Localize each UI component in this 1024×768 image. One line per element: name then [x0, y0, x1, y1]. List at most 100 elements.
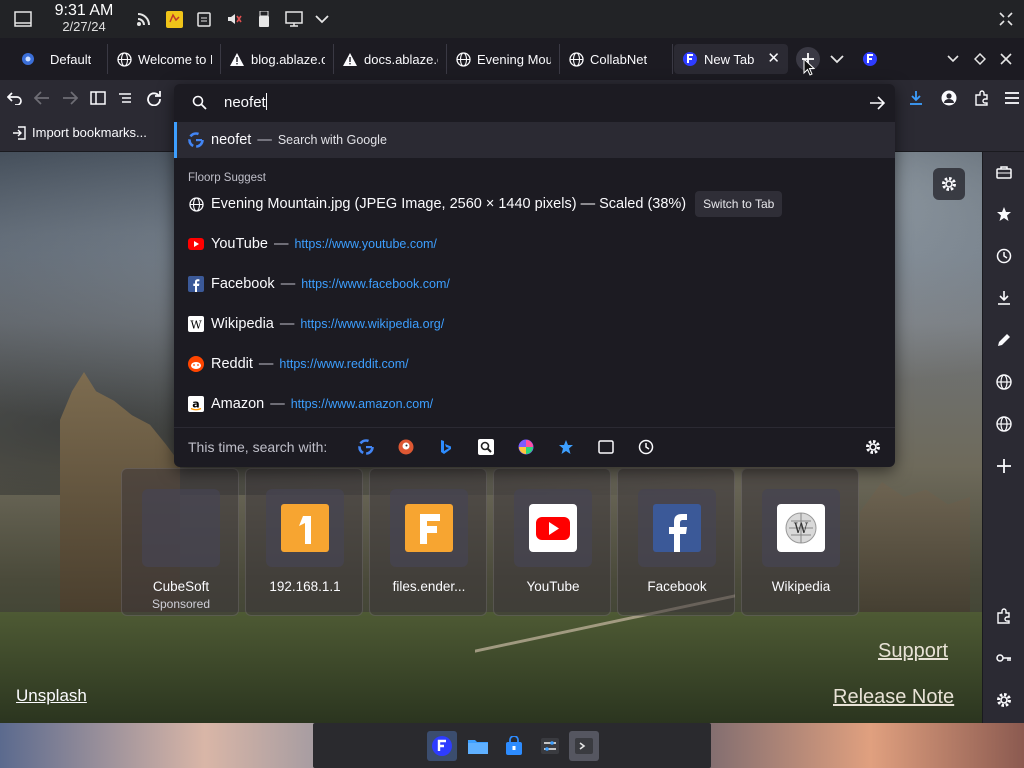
- tabs-icon[interactable]: [597, 438, 615, 456]
- toolbox-icon[interactable]: [994, 162, 1014, 182]
- extensions-icon[interactable]: [972, 88, 992, 108]
- result-title: Wikipedia: [211, 316, 274, 332]
- separator: —: [270, 396, 285, 412]
- unsplash-link[interactable]: Unsplash: [16, 686, 87, 706]
- separator: —: [273, 236, 289, 252]
- pencil-icon[interactable]: [994, 330, 1014, 350]
- undo-close-tab-icon[interactable]: [5, 88, 25, 108]
- customize-new-tab-button[interactable]: [933, 168, 965, 200]
- show-desktop-icon[interactable]: [13, 9, 33, 29]
- support-link[interactable]: Support: [878, 640, 948, 663]
- separator: —: [279, 316, 295, 332]
- search-icon: [192, 95, 207, 110]
- history-icon[interactable]: [637, 438, 655, 456]
- search-engine-icon[interactable]: [477, 438, 495, 456]
- result-amazon[interactable]: a Amazon — https://www.amazon.com/: [174, 386, 895, 422]
- settings-icon[interactable]: [996, 9, 1016, 29]
- tab-docs[interactable]: docs.ablaze.o: [334, 44, 447, 74]
- forward-arrow-icon[interactable]: [60, 88, 80, 108]
- reload-icon[interactable]: [144, 88, 164, 108]
- star-icon[interactable]: [994, 204, 1014, 224]
- switch-to-tab-button[interactable]: Switch to Tab: [695, 191, 783, 217]
- globe-icon: [568, 51, 584, 67]
- system-bar: 9:31 AM 2/27/24: [0, 0, 1024, 38]
- downloads-icon[interactable]: [906, 88, 926, 108]
- top-site-facebook[interactable]: Facebook: [617, 468, 735, 616]
- top-site-wikipedia[interactable]: W Wikipedia: [741, 468, 859, 616]
- top-site-cubesoft[interactable]: CubeSoft Sponsored: [121, 468, 239, 616]
- usb-drive-icon[interactable]: [254, 9, 274, 29]
- release-note-link[interactable]: Release Note: [833, 686, 954, 709]
- addons-icon[interactable]: [994, 606, 1014, 626]
- ruin-silhouette: [860, 482, 970, 632]
- system-settings-icon[interactable]: [535, 731, 565, 761]
- sidebar-toggle-icon[interactable]: [88, 88, 108, 108]
- close-tab-icon[interactable]: ✕: [767, 49, 780, 67]
- search-settings-gear-icon[interactable]: [864, 438, 882, 456]
- menu-icon[interactable]: [1002, 88, 1022, 108]
- tab-label: Evening Mou: [477, 51, 551, 67]
- chevron-down-icon[interactable]: [312, 9, 332, 29]
- workspace-button[interactable]: Default: [12, 44, 108, 74]
- wikipedia-icon: W: [762, 489, 840, 567]
- clipboard-icon[interactable]: [194, 9, 214, 29]
- tab-blog[interactable]: blog.ablaze.o: [221, 44, 334, 74]
- file-manager-icon[interactable]: [463, 731, 493, 761]
- account-icon[interactable]: [939, 88, 959, 108]
- result-facebook[interactable]: Facebook — https://www.facebook.com/: [174, 266, 895, 302]
- key-icon[interactable]: [994, 648, 1014, 668]
- floorp-icon[interactable]: [860, 49, 880, 69]
- google-icon: [188, 132, 204, 148]
- display-icon[interactable]: [284, 9, 304, 29]
- result-wikipedia[interactable]: W Wikipedia — https://www.wikipedia.org/: [174, 306, 895, 342]
- add-panel-icon[interactable]: [994, 456, 1014, 476]
- urlbar-input[interactable]: neofet: [174, 84, 895, 122]
- close-window-icon[interactable]: [996, 49, 1016, 69]
- web-panel-globe-icon[interactable]: [994, 414, 1014, 434]
- top-site-router[interactable]: 192.168.1.1: [245, 468, 363, 616]
- tab-evening-mountain[interactable]: Evening Mou: [447, 44, 560, 74]
- tab-new-tab[interactable]: New Tab ✕: [674, 44, 788, 74]
- volume-muted-icon[interactable]: [224, 9, 244, 29]
- tree-tabs-icon[interactable]: [115, 88, 135, 108]
- rss-icon[interactable]: [134, 9, 154, 29]
- result-youtube[interactable]: YouTube — https://www.youtube.com/: [174, 226, 895, 262]
- sticky-note-icon[interactable]: [164, 9, 184, 29]
- bing-icon[interactable]: [437, 438, 455, 456]
- result-reddit[interactable]: Reddit — https://www.reddit.com/: [174, 346, 895, 382]
- import-bookmarks-button[interactable]: Import bookmarks...: [12, 125, 147, 140]
- floorp-icon: [682, 51, 698, 67]
- terminal-icon[interactable]: [569, 731, 599, 761]
- globe-icon: [188, 196, 204, 212]
- facebook-icon: [638, 489, 716, 567]
- site-tile-icon: [390, 489, 468, 567]
- web-panel-globe-icon[interactable]: [994, 372, 1014, 392]
- floorp-taskbar-icon[interactable]: [427, 731, 457, 761]
- history-icon[interactable]: [994, 246, 1014, 266]
- one-off-label: This time, search with:: [188, 439, 328, 455]
- maximize-icon[interactable]: [970, 49, 990, 69]
- urlbar-dropdown: neofet neofet — Search with Google Floor…: [174, 84, 895, 467]
- result-evening-mountain[interactable]: Evening Mountain.jpg (JPEG Image, 2560 ×…: [174, 186, 895, 222]
- ai-search-icon[interactable]: [517, 438, 535, 456]
- top-site-files[interactable]: files.ender...: [369, 468, 487, 616]
- back-arrow-icon[interactable]: [32, 88, 52, 108]
- tab-welcome[interactable]: Welcome to F: [108, 44, 221, 74]
- gear-icon[interactable]: [994, 690, 1014, 710]
- minimize-icon[interactable]: [943, 49, 963, 69]
- google-icon[interactable]: [357, 438, 375, 456]
- tab-list-chevron-icon[interactable]: [827, 49, 847, 69]
- duckduckgo-icon[interactable]: [397, 438, 415, 456]
- svg-text:a: a: [192, 398, 199, 411]
- wikipedia-icon: W: [188, 316, 204, 332]
- tab-collabnet[interactable]: CollabNet: [560, 44, 673, 74]
- go-arrow-icon[interactable]: [869, 96, 885, 110]
- suggestion-action: Search with Google: [277, 133, 387, 147]
- top-site-youtube[interactable]: YouTube: [493, 468, 611, 616]
- download-icon[interactable]: [994, 288, 1014, 308]
- search-suggestion-row[interactable]: neofet — Search with Google: [174, 122, 895, 158]
- store-icon[interactable]: [499, 731, 529, 761]
- one-off-search-bar: This time, search with:: [174, 427, 895, 465]
- clock[interactable]: 9:31 AM 2/27/24: [50, 3, 118, 34]
- bookmarks-icon[interactable]: [557, 438, 575, 456]
